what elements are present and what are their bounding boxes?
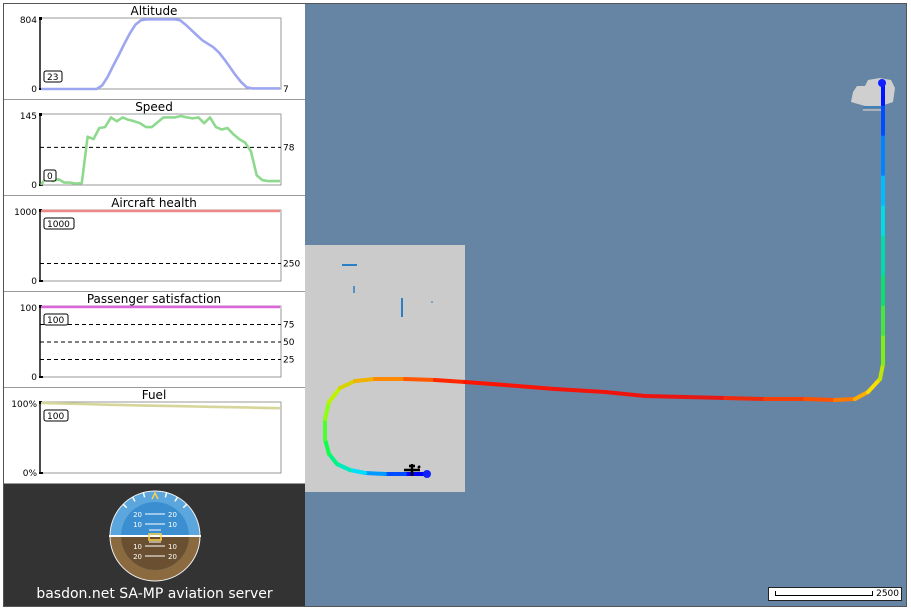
chart-svg: 75 50 25 Passenger satisfaction 100 0 100: [20, 292, 295, 383]
value-badge-text: 1000: [47, 220, 70, 230]
panel-title: Fuel: [142, 388, 167, 402]
value-badge-text: 100: [47, 412, 64, 422]
y-min-label: 0%: [23, 469, 38, 479]
chart-panel-altitude: Altitude 804 0 7 23: [4, 4, 305, 100]
value-badge-text: 100: [47, 316, 64, 326]
pitch-label: 20: [168, 511, 177, 519]
flight-path-segment: [353, 377, 377, 383]
plot-area: [39, 113, 282, 186]
panel-title: Speed: [135, 100, 173, 114]
chart-svg: Altitude 804 0 7 23: [20, 4, 289, 95]
flight-path-segment: [603, 390, 647, 398]
chart-panel-passenger-satisfaction: 75 50 25 Passenger satisfaction 100 0 100: [4, 292, 305, 388]
value-badge-text: 23: [47, 73, 58, 83]
attitude-indicator-icon: 20 20 10 10 10 10 20 20: [105, 486, 205, 586]
pitch-label: 20: [133, 511, 142, 519]
y-max-label: 804: [20, 16, 37, 26]
flight-path-segment: [803, 397, 837, 402]
value-badge-text: 0: [47, 172, 53, 182]
chart-panel-aircraft-health: 250 Aircraft health 1000 0 1000: [4, 196, 305, 292]
panel-title: Aircraft health: [111, 196, 197, 210]
ref-label: 75: [283, 321, 294, 331]
flight-path-segment: [433, 378, 467, 384]
map-canvas[interactable]: [305, 4, 907, 607]
y-max-label: 145: [20, 112, 37, 122]
chart-panel-fuel: Fuel 100% 0% 100: [4, 388, 305, 484]
flight-path-segment: [403, 377, 437, 382]
chart-panel-speed: 78 Speed 145 0 0: [4, 100, 305, 196]
plot-area: [39, 17, 282, 90]
flight-path-segment: [723, 396, 767, 401]
y-min-label: 0: [31, 373, 37, 383]
axis-top-marker: [39, 17, 42, 20]
flight-path-segment: [463, 380, 507, 387]
y-min-label: 0: [31, 85, 37, 95]
plot-area: [39, 209, 282, 282]
ref-label: 25: [283, 356, 294, 366]
pitch-label: 10: [133, 521, 142, 529]
start-point: [423, 470, 431, 478]
pitch-label: 10: [168, 543, 177, 551]
flight-path-segment: [866, 377, 882, 394]
chart-svg: 78 Speed 145 00: [20, 100, 295, 191]
ref-label: 50: [283, 338, 295, 348]
flight-path-segment: [643, 394, 687, 399]
panel-title: Passenger satisfaction: [87, 292, 221, 306]
y-min-label: 0: [31, 181, 37, 191]
y-max-label: 100: [20, 304, 37, 314]
flight-path-segment: [853, 390, 870, 401]
end-point: [878, 79, 886, 87]
ref-label: 78: [283, 143, 295, 153]
pitch-label: 20: [168, 553, 177, 561]
chart-svg: Fuel 100% 0% 100: [11, 388, 282, 479]
server-label: basdon.net SA-MP aviation server: [36, 586, 273, 602]
chart-svg: 250 Aircraft health 1000 0 1000: [14, 196, 300, 287]
y-max-label: 1000: [14, 208, 37, 218]
pitch-label: 10: [133, 543, 142, 551]
plot-area: [39, 401, 282, 474]
flight-path-segment: [363, 471, 387, 476]
ref-label: 250: [283, 260, 300, 270]
flight-path-segment: [683, 395, 727, 400]
y-min-label: 0: [31, 277, 37, 287]
pitch-label: 10: [168, 521, 177, 529]
y-max-label: 100%: [11, 400, 37, 410]
axis-top-marker: [39, 113, 42, 116]
flight-path-segment: [553, 387, 607, 394]
arrival-airport: [851, 78, 895, 106]
right-label: 7: [283, 85, 289, 95]
panel-title: Altitude: [131, 4, 178, 18]
flight-path-segment: [833, 397, 857, 402]
flight-path-segment: [503, 383, 557, 391]
scale-label: 2500: [876, 589, 899, 599]
map-scale: 2500: [768, 587, 902, 601]
flight-path-segment: [878, 362, 885, 381]
pitch-label: 20: [133, 553, 142, 561]
scale-bar: [775, 591, 873, 596]
flight-map[interactable]: 2500: [305, 4, 907, 607]
footer-panel: 20 20 10 10 10 10 20 20 basdon.net SA-MP aviati…: [4, 484, 305, 607]
